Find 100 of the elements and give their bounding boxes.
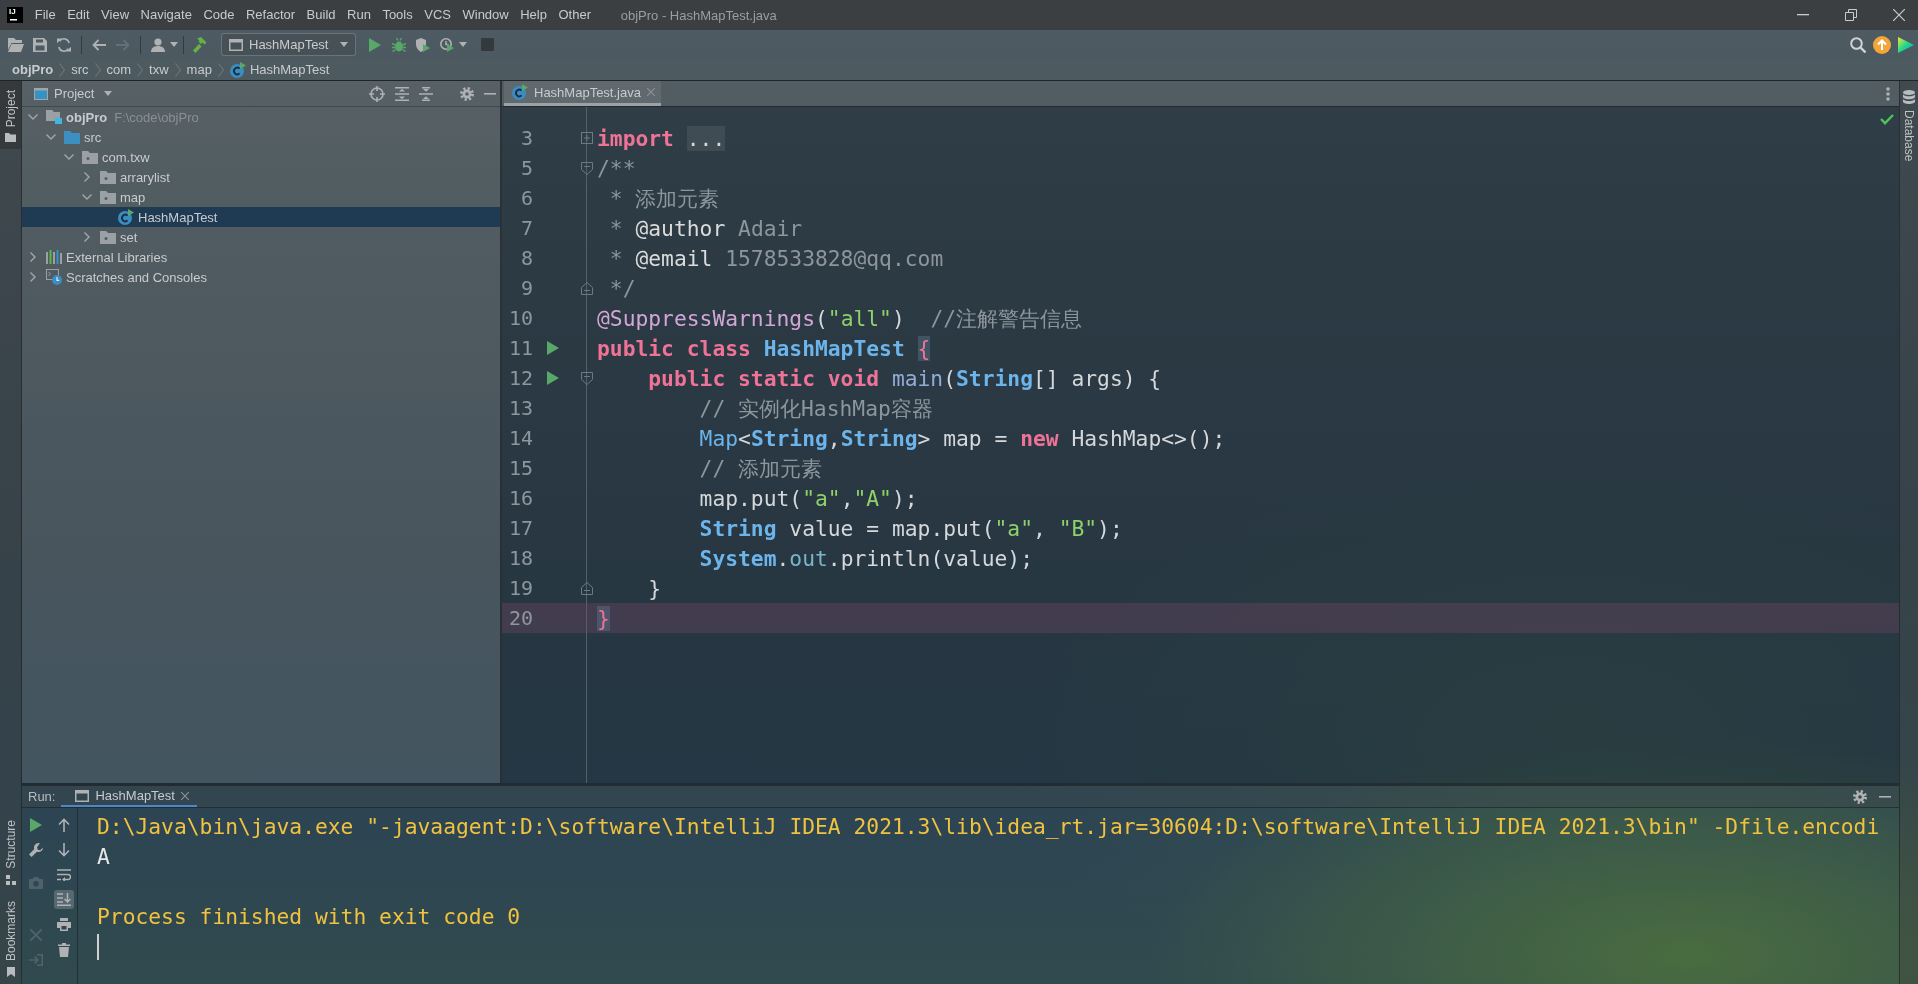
tool-window-button[interactable]: Bookmarks [0, 891, 21, 984]
chevron-right-icon[interactable] [30, 252, 36, 262]
chevron-right-icon[interactable] [30, 272, 36, 282]
code-line: */ [608, 275, 636, 301]
package-folder-icon [100, 230, 116, 244]
line-number: 5 [519, 156, 533, 180]
minimize-icon[interactable] [1797, 14, 1809, 16]
more-options-icon[interactable] [1886, 86, 1890, 101]
restore-icon[interactable] [1845, 9, 1857, 21]
chevron-right-icon[interactable] [84, 172, 90, 182]
panel-window-icon [34, 87, 48, 100]
code-line: // 添加元素 [698, 454, 823, 483]
run-configuration-selector[interactable]: HashMapTest [221, 33, 356, 56]
arrow-up-circle-icon[interactable] [1873, 35, 1891, 54]
menu-item[interactable]: VCS [418, 0, 457, 30]
menu-item[interactable]: Window [456, 0, 515, 30]
shield-run-icon[interactable] [416, 37, 430, 52]
print-icon[interactable] [56, 918, 71, 931]
editor-tab[interactable]: HashMapTest.java [504, 81, 661, 106]
chevron-right-icon [59, 62, 66, 77]
folder-open-icon[interactable] [8, 37, 24, 52]
tool-window-button[interactable]: Project [0, 81, 21, 150]
code-line: Map<String,String> map = new HashMap<>(); [698, 425, 1226, 451]
save-icon[interactable] [33, 37, 47, 52]
menu-item[interactable]: Other [552, 0, 597, 30]
run-icon[interactable] [547, 371, 559, 385]
run-icon[interactable] [369, 37, 381, 52]
menu-item[interactable]: Code [197, 0, 241, 30]
arrow-down-icon[interactable] [57, 842, 70, 857]
menu-item[interactable]: Navigate [134, 0, 198, 30]
minimize-icon[interactable] [484, 92, 496, 95]
fold-minus-icon[interactable] [581, 581, 593, 595]
trash-icon[interactable] [57, 942, 70, 957]
breadcrumb[interactable]: com [106, 62, 132, 77]
chevron-down-icon[interactable] [64, 154, 74, 160]
collapse-all-icon[interactable] [419, 86, 433, 101]
tree-item[interactable]: arrarylist [22, 167, 500, 187]
console-line: Process finished with exit code 0 [97, 903, 521, 931]
tree-item[interactable]: map [22, 187, 500, 207]
code-line: } [647, 575, 662, 601]
sync-icon[interactable] [57, 37, 71, 52]
tree-item[interactable]: HashMapTest [22, 207, 500, 227]
fold-plus-icon[interactable] [581, 132, 593, 144]
chevron-down-icon[interactable] [28, 114, 38, 120]
run-tab[interactable]: HashMapTest [61, 786, 197, 807]
line-number: 7 [519, 216, 533, 240]
expand-all-icon[interactable] [395, 86, 409, 101]
hammer-icon[interactable] [193, 36, 209, 53]
class-icon [512, 84, 528, 100]
breadcrumb[interactable]: map [186, 62, 212, 77]
arrow-up-icon[interactable] [57, 817, 70, 832]
breadcrumb[interactable]: src [71, 62, 89, 77]
panel-label: Run: [28, 789, 56, 804]
bug-icon[interactable] [392, 37, 406, 52]
menu-item[interactable]: Tools [376, 0, 419, 30]
fold-minus-icon[interactable] [581, 161, 593, 175]
tool-window-button[interactable]: Database [1900, 81, 1918, 169]
project-view-selector[interactable]: Project [34, 86, 113, 101]
wrench-icon[interactable] [29, 842, 43, 857]
tree-item[interactable]: src [22, 127, 500, 147]
line-number: 3 [519, 126, 533, 150]
menu-item[interactable]: View [95, 0, 135, 30]
tree-item[interactable]: set [22, 227, 500, 247]
menu-item[interactable]: Run [341, 0, 377, 30]
gradient-triangle-icon[interactable] [1898, 36, 1914, 53]
close-icon[interactable] [1893, 9, 1905, 21]
menu-item[interactable]: File [29, 0, 62, 30]
minimize-icon[interactable] [1879, 795, 1891, 798]
tool-window-button[interactable]: Structure [0, 811, 21, 892]
window-title: objPro - HashMapTest.java [620, 7, 777, 23]
search-icon[interactable] [1850, 36, 1866, 53]
settings-icon[interactable] [1853, 789, 1867, 804]
close-icon[interactable] [180, 791, 189, 800]
breadcrumb[interactable]: objPro [12, 62, 54, 77]
run-icon[interactable] [547, 341, 559, 355]
menu-item[interactable]: Refactor [240, 0, 301, 30]
gauge-run-icon[interactable] [440, 37, 454, 52]
line-number: 19 [507, 576, 533, 600]
crosshair-icon[interactable] [369, 85, 385, 102]
tree-item[interactable]: Scratches and Consoles [22, 267, 500, 287]
fold-minus-icon[interactable] [581, 281, 593, 295]
menu-item[interactable]: Build [300, 0, 342, 30]
arrow-left-icon[interactable] [92, 38, 106, 51]
settings-icon[interactable] [460, 86, 474, 101]
chevron-down-icon[interactable] [82, 194, 92, 200]
run-icon[interactable] [30, 817, 42, 832]
breadcrumb[interactable]: txw [149, 62, 169, 77]
chevron-right-icon[interactable] [84, 232, 90, 242]
line-number: 9 [519, 276, 533, 300]
menu-item[interactable]: Help [514, 0, 553, 30]
fold-minus-icon[interactable] [581, 371, 593, 385]
line-number: 16 [507, 486, 533, 510]
check-icon[interactable] [1880, 114, 1894, 125]
breadcrumb[interactable]: HashMapTest [229, 61, 330, 78]
tree-item[interactable]: External Libraries [22, 247, 500, 267]
tree-item[interactable]: com.txw [22, 147, 500, 167]
person-icon[interactable] [151, 37, 165, 52]
scroll-to-end-icon[interactable] [53, 890, 74, 909]
chevron-down-icon[interactable] [46, 134, 56, 140]
menu-item[interactable]: Edit [61, 0, 96, 30]
